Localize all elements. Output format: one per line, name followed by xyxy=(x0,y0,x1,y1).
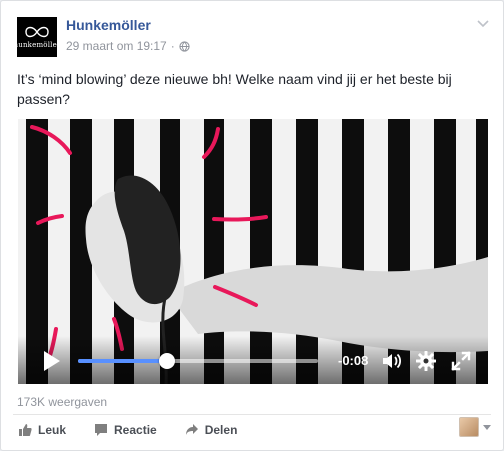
post-card: hunkemöller Hunkemöller 29 maart om 19:1… xyxy=(0,0,504,451)
page-name-link[interactable]: Hunkemöller xyxy=(66,17,151,33)
post-meta: 29 maart om 19:17 · xyxy=(66,39,190,53)
like-label: Leuk xyxy=(38,423,67,437)
volume-icon[interactable] xyxy=(380,350,402,372)
settings-gear-icon[interactable] xyxy=(415,350,437,372)
post-text: It’s ‘mind blowing’ deze nieuwe bh! Welk… xyxy=(17,71,452,107)
avatar-logo-text: hunkemöller xyxy=(13,41,61,49)
share-arrow-icon xyxy=(185,424,198,435)
bow-logo-icon xyxy=(25,26,49,38)
thumbs-up-icon xyxy=(19,424,32,436)
video-player[interactable]: -0:08 xyxy=(18,119,488,384)
video-scrubber-handle[interactable] xyxy=(158,353,175,369)
comment-button[interactable]: Reactie xyxy=(94,423,157,437)
comment-label: Reactie xyxy=(114,423,157,437)
video-progress-bar[interactable] xyxy=(78,353,318,369)
caret-down-icon xyxy=(483,424,491,430)
video-progress-fill xyxy=(78,359,167,363)
like-button[interactable]: Leuk xyxy=(18,423,66,437)
globe-icon[interactable] xyxy=(179,40,190,52)
fullscreen-icon[interactable] xyxy=(450,350,472,372)
avatar xyxy=(459,417,479,437)
comment-icon xyxy=(95,424,108,436)
post-timestamp[interactable]: 29 maart om 19:17 xyxy=(66,39,167,53)
page-avatar[interactable]: hunkemöller xyxy=(14,17,60,57)
action-bar: Leuk Reactie Delen xyxy=(18,421,265,439)
video-controls: -0:08 xyxy=(18,336,488,384)
play-icon[interactable] xyxy=(42,350,62,372)
view-count[interactable]: 173K weergaven xyxy=(17,395,107,409)
reaction-profile-selector[interactable] xyxy=(459,417,491,437)
share-label: Delen xyxy=(204,423,238,437)
divider xyxy=(13,414,491,415)
share-button[interactable]: Delen xyxy=(185,423,238,437)
video-time-remaining: -0:08 xyxy=(338,353,369,368)
chevron-down-icon[interactable] xyxy=(475,15,491,31)
meta-separator: · xyxy=(170,39,175,53)
